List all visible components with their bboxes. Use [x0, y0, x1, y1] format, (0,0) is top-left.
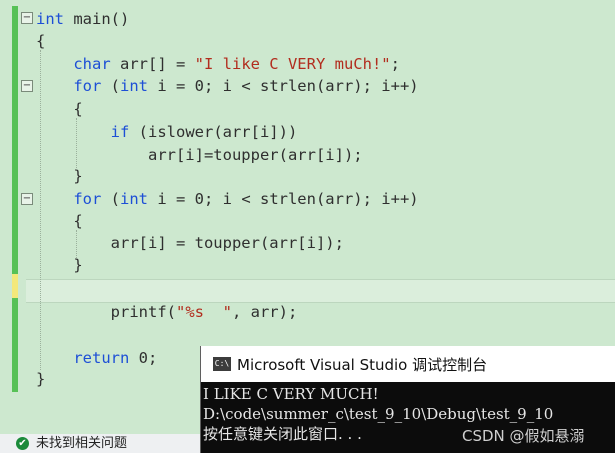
code-token: , arr);	[231, 303, 298, 321]
code-token: (islower(arr[i]))	[129, 123, 298, 141]
code-token: if	[110, 123, 130, 141]
code-token: }	[36, 256, 83, 274]
code-token: {	[36, 212, 83, 230]
code-line: arr[i]=toupper(arr[i]);	[36, 144, 363, 166]
code-line: for (int i = 0; i < strlen(arr); i++)	[36, 75, 419, 97]
code-token: for	[73, 190, 102, 208]
code-token: int	[120, 77, 148, 95]
code-token: i = 0; i < strlen(arr); i++)	[148, 190, 419, 208]
watermark: CSDN @假如悬溺	[462, 427, 585, 445]
console-title: Microsoft Visual Studio 调试控制台	[237, 356, 488, 374]
issues-status-text[interactable]: 未找到相关问题	[36, 434, 127, 453]
console-app-icon: C:\	[213, 357, 231, 371]
code-token: arr[i]=toupper(arr[i]);	[36, 146, 363, 164]
code-line: int main()	[36, 8, 129, 30]
console-output-line: 按任意键关闭此窗口. . .	[203, 425, 362, 443]
code-token: arr[i] = toupper(arr[i]);	[36, 234, 344, 252]
code-line: arr[i] = toupper(arr[i]);	[36, 232, 344, 254]
code-token: printf(	[36, 303, 176, 321]
code-line: {	[36, 30, 45, 52]
code-token: for	[73, 77, 102, 95]
check-circle-icon: ✔	[16, 437, 29, 450]
code-token: int	[36, 10, 64, 28]
code-token: 0;	[129, 349, 158, 367]
code-token: ;	[390, 55, 400, 73]
change-indicator-bar	[12, 6, 18, 392]
fold-toggle-for-1[interactable]: −	[21, 80, 33, 92]
code-line: for (int i = 0; i < strlen(arr); i++)	[36, 188, 419, 210]
code-token: }	[36, 370, 46, 388]
current-line-highlight	[26, 279, 615, 303]
code-line: return 0;	[36, 347, 157, 369]
code-line: }	[36, 368, 45, 390]
code-token: return	[73, 349, 130, 367]
code-line: }	[36, 165, 83, 187]
code-token: main()	[64, 10, 130, 28]
code-token: }	[36, 167, 83, 185]
code-line: char arr[] = "I like C VERY muCh!";	[36, 53, 400, 75]
code-token: int	[120, 190, 148, 208]
console-title-bar[interactable]: C:\ Microsoft Visual Studio 调试控制台	[201, 346, 615, 382]
code-line: if (islower(arr[i]))	[36, 121, 298, 143]
code-line: printf("%s ", arr);	[36, 301, 298, 323]
code-token: "I like C VERY muCh!"	[194, 55, 391, 73]
code-token: {	[36, 100, 83, 118]
unsaved-change-indicator	[12, 274, 18, 298]
code-line: }	[36, 254, 83, 276]
fold-toggle-main[interactable]: −	[21, 12, 33, 24]
code-token: char	[73, 55, 111, 73]
fold-toggle-for-2[interactable]: −	[21, 193, 33, 205]
code-token: (	[101, 190, 120, 208]
code-token: i = 0; i < strlen(arr); i++)	[148, 77, 419, 95]
code-line: {	[36, 98, 83, 120]
console-output-line: I LIKE C VERY MUCH!	[203, 385, 379, 403]
code-token: "%s "	[175, 303, 232, 321]
code-token: arr[] =	[110, 55, 195, 73]
console-output-line: D:\code\summer_c\test_9_10\Debug\test_9_…	[203, 405, 554, 423]
code-line: {	[36, 210, 83, 232]
code-token: (	[101, 77, 120, 95]
code-token: {	[36, 32, 46, 50]
